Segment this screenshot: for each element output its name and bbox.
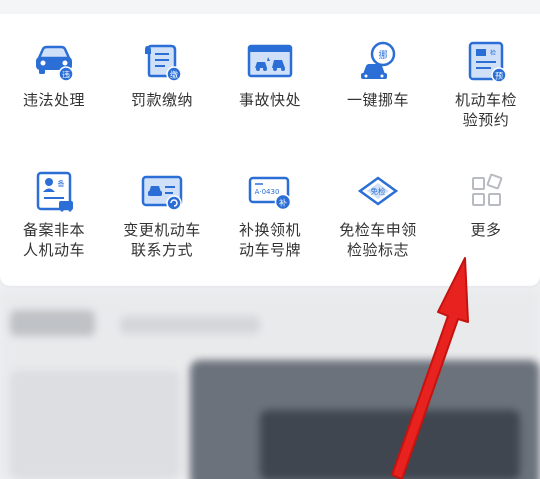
service-accident-quick[interactable]: 事故快处 [216, 40, 324, 110]
service-move-car[interactable]: 挪 一键挪车 [324, 40, 432, 110]
inspection-booking-icon: 检 预 [468, 41, 507, 83]
accident-cars-icon [247, 44, 293, 78]
service-badge: 违 [62, 71, 70, 80]
more-grid-icon [472, 173, 503, 206]
service-register-other-vehicle[interactable]: 备 备案非本 人机动车 [0, 170, 108, 260]
service-label: 一键挪车 [346, 91, 409, 109]
service-label: 免检车申领 检验标志 [339, 221, 417, 259]
replace-plate-icon: A·0430 补 [248, 176, 292, 211]
service-label: 补换领机 动车号牌 [238, 221, 301, 259]
blurred-heading [10, 310, 95, 336]
service-fine-payment[interactable]: 缴 罚款缴纳 [108, 40, 216, 110]
service-doc-tag: 检 [490, 49, 496, 57]
service-badge: 缴 [170, 70, 178, 80]
blurred-subheading [120, 316, 260, 334]
service-badge: 免检 [371, 186, 386, 196]
service-exempt-inspection[interactable]: 免检 免检车申领 检验标志 [324, 170, 432, 260]
service-label: 事故快处 [238, 91, 301, 109]
move-car-icon: 挪 [361, 41, 396, 79]
exempt-inspection-icon: 免检 [357, 176, 399, 206]
service-badge: 挪 [378, 49, 387, 61]
service-badge: 预 [495, 71, 503, 81]
top-strip [0, 0, 540, 15]
service-label: 罚款缴纳 [130, 91, 193, 109]
change-contact-icon [141, 175, 183, 211]
app-screen: 违 违法处理 缴 罚款缴纳 事故快处 挪 一键挪车 检 预 机动车检 验预约 备… [0, 0, 540, 479]
service-badge: 备 [58, 179, 65, 188]
service-label: 机动车检 验预约 [454, 91, 517, 129]
blurred-content [0, 290, 540, 479]
service-label: 变更机动车 联系方式 [123, 221, 201, 259]
service-plate-text: A·0430 [255, 188, 280, 196]
registration-card-icon: 备 [36, 171, 73, 212]
service-label: 违法处理 [22, 91, 85, 109]
service-violation-handling[interactable]: 违 违法处理 [0, 40, 108, 110]
blurred-banner-inner [260, 410, 520, 479]
service-inspection-booking[interactable]: 检 预 机动车检 验预约 [432, 40, 540, 130]
service-label: 备案非本 人机动车 [22, 221, 85, 259]
fine-receipt-icon: 缴 [145, 44, 182, 82]
blurred-card [10, 370, 180, 479]
car-violation-icon: 违 [36, 45, 74, 82]
more-button[interactable]: 更多 [432, 170, 540, 240]
services-panel: 违 违法处理 缴 罚款缴纳 事故快处 挪 一键挪车 检 预 机动车检 验预约 备… [0, 14, 540, 286]
service-change-contact[interactable]: 变更机动车 联系方式 [108, 170, 216, 260]
more-label: 更多 [470, 221, 502, 239]
service-badge: 补 [279, 198, 287, 208]
service-replace-plate[interactable]: A·0430 补 补换领机 动车号牌 [216, 170, 324, 260]
